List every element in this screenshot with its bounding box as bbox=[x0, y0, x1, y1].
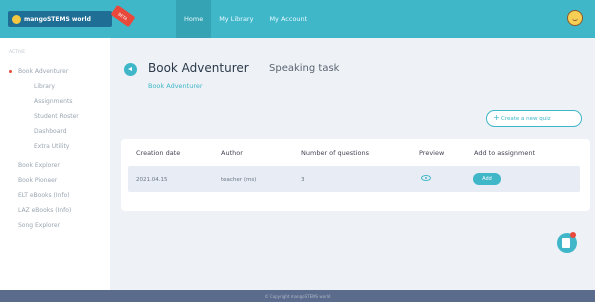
page-subtitle: Speaking task bbox=[269, 63, 340, 74]
sidebar-item-book-adventurer[interactable]: Book Adventurer bbox=[0, 64, 110, 79]
sidebar-item-song-explorer[interactable]: Song Explorer bbox=[0, 218, 110, 233]
sidebar-item-label: Book Adventurer bbox=[18, 68, 69, 75]
sidebar-item-book-pioneer[interactable]: Book Pioneer bbox=[0, 173, 110, 188]
quiz-fab-button[interactable] bbox=[557, 232, 577, 253]
logo-badge: mangoSTEMS world bbox=[8, 11, 112, 27]
header-number-of-questions: Number of questions bbox=[301, 149, 369, 157]
cell-date: 2021.04.15 bbox=[136, 177, 168, 183]
cell-author: teacher (ms) bbox=[221, 177, 257, 183]
nav-my-library[interactable]: My Library bbox=[211, 0, 261, 38]
top-navigation-bar: mangoSTEMS world BETA Home My Library My… bbox=[0, 0, 595, 38]
user-avatar[interactable] bbox=[567, 10, 583, 26]
sidebar-item-book-explorer[interactable]: Book Explorer bbox=[0, 158, 110, 173]
footer: © Copyright mangoSTEMS world bbox=[0, 290, 595, 302]
breadcrumb[interactable]: Book Adventurer bbox=[148, 82, 203, 90]
sidebar-item-library[interactable]: Library bbox=[0, 79, 110, 94]
brand-logo[interactable]: mangoSTEMS world BETA bbox=[8, 4, 136, 28]
header-preview: Preview bbox=[419, 149, 445, 157]
page-title: Book Adventurer bbox=[148, 61, 249, 75]
nav-my-account[interactable]: My Account bbox=[261, 0, 315, 38]
sidebar-item-extra-utility[interactable]: Extra Utility bbox=[0, 139, 110, 154]
globe-icon bbox=[12, 14, 21, 24]
document-icon bbox=[562, 238, 570, 248]
nav-home[interactable]: Home bbox=[176, 0, 212, 38]
sidebar-section-label: ACTIVE bbox=[9, 50, 26, 55]
table-row: 2021.04.15 teacher (ms) 3 Add bbox=[128, 166, 580, 192]
active-bullet-icon bbox=[9, 70, 12, 73]
add-to-assignment-button[interactable]: Add bbox=[473, 173, 501, 185]
notification-dot bbox=[570, 232, 576, 238]
create-quiz-label: Create a new quiz bbox=[501, 115, 551, 122]
back-arrow-icon[interactable] bbox=[124, 63, 137, 76]
header-creation-date: Creation date bbox=[136, 149, 181, 157]
sidebar-item-assignments[interactable]: Assignments bbox=[0, 94, 110, 109]
cell-question-count: 3 bbox=[301, 177, 305, 183]
logo-text: mangoSTEMS world bbox=[24, 15, 91, 23]
header-author: Author bbox=[221, 149, 243, 157]
plus-icon: + bbox=[493, 113, 500, 122]
sidebar-item-dashboard[interactable]: Dashboard bbox=[0, 124, 110, 139]
quiz-table-card: Creation date Author Number of questions… bbox=[121, 139, 590, 211]
sidebar-item-laz-ebooks[interactable]: LAZ eBooks (Info) bbox=[0, 203, 110, 218]
sidebar-item-elt-ebooks[interactable]: ELT eBooks (Info) bbox=[0, 188, 110, 203]
create-quiz-button[interactable]: + Create a new quiz bbox=[486, 110, 582, 127]
header-add-to-assignment: Add to assignment bbox=[474, 149, 536, 157]
sidebar-item-student-roster[interactable]: Student Roster bbox=[0, 109, 110, 124]
preview-eye-icon[interactable] bbox=[421, 175, 431, 181]
main-nav: Home My Library My Account bbox=[176, 0, 315, 38]
beta-ribbon: BETA bbox=[110, 4, 136, 28]
sidebar: ACTIVE Book Adventurer Library Assignmen… bbox=[0, 38, 110, 290]
